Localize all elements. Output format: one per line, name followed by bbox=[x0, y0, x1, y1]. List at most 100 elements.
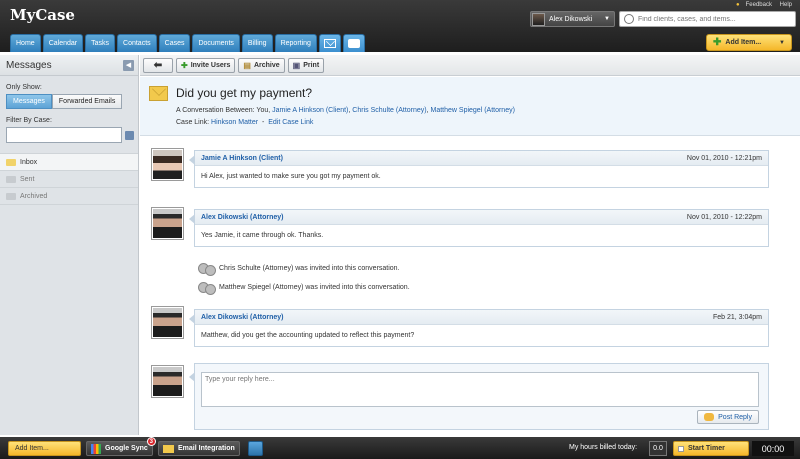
invite-text: Matthew Spiegel (Attorney) was invited i… bbox=[219, 283, 410, 291]
bottom-add-item-button[interactable]: Add Item... bbox=[8, 441, 81, 456]
case-filter-input[interactable] bbox=[6, 127, 122, 143]
folder-label: Archived bbox=[20, 192, 48, 200]
participant-link[interactable]: Jamie A Hinkson (Client) bbox=[272, 107, 348, 114]
edit-case-link[interactable]: Edit Case Link bbox=[268, 119, 313, 126]
global-search[interactable] bbox=[619, 11, 796, 27]
email-integration-button[interactable]: Email Integration bbox=[158, 441, 240, 456]
chat-icon bbox=[704, 413, 715, 421]
conversation-subject: Did you get my payment? bbox=[176, 86, 313, 100]
folder-inbox[interactable]: Inbox bbox=[0, 154, 138, 171]
message-date: Feb 21, 3:04pm bbox=[712, 313, 762, 321]
invite-users-label: Invite Users bbox=[190, 61, 231, 69]
top-header: MyCase ● Feedback Help Alex Dikowski ▼ Ho… bbox=[0, 0, 800, 52]
participants-line: A Conversation Between: You, Jamie A Hin… bbox=[176, 107, 515, 114]
start-timer-button[interactable]: Start Timer bbox=[673, 441, 749, 456]
sidebar: Messages ◀ Only Show: Messages Forwarded… bbox=[0, 55, 139, 435]
tab-messages[interactable] bbox=[318, 34, 341, 52]
message-item: Alex Dikowski (Attorney) Feb 21, 3:04pm … bbox=[189, 309, 769, 347]
tab-billing[interactable]: Billing bbox=[241, 34, 273, 52]
feedback-link[interactable]: Feedback bbox=[746, 2, 772, 8]
sidebar-header: Messages ◀ bbox=[0, 55, 138, 76]
top-links: ● Feedback Help bbox=[730, 2, 792, 8]
case-picker-icon[interactable] bbox=[125, 130, 134, 140]
email-integration-label: Email Integration bbox=[178, 445, 235, 452]
avatar bbox=[151, 148, 184, 181]
tab-contacts[interactable]: Contacts bbox=[117, 34, 157, 52]
tab-documents[interactable]: Documents bbox=[192, 34, 240, 52]
reply-input[interactable] bbox=[201, 372, 759, 407]
post-reply-label: Post Reply bbox=[718, 413, 752, 421]
search-input[interactable] bbox=[638, 15, 788, 23]
google-icon bbox=[91, 443, 101, 454]
case-link[interactable]: Hinkson Matter bbox=[211, 119, 258, 126]
message-item: Jamie A Hinkson (Client) Nov 01, 2010 - … bbox=[189, 150, 769, 188]
plus-icon: ✚ bbox=[713, 37, 722, 48]
envelope-icon bbox=[163, 444, 174, 453]
add-item-label: Add Item... bbox=[725, 39, 762, 46]
toggle-forwarded-emails[interactable]: Forwarded Emails bbox=[51, 94, 123, 109]
tab-chat[interactable] bbox=[342, 34, 365, 52]
main-nav: Home Calendar Tasks Contacts Cases Docum… bbox=[10, 34, 367, 52]
conversation-header: Did you get my payment? A Conversation B… bbox=[140, 77, 800, 136]
notification-badge: 3 bbox=[146, 437, 156, 446]
invite-users-button[interactable]: ✚ Invite Users bbox=[176, 57, 236, 73]
chevron-down-icon: ▼ bbox=[779, 39, 785, 46]
print-label: Print bbox=[303, 61, 320, 69]
print-button[interactable]: ▣ Print bbox=[287, 57, 325, 73]
case-link-label: Case Link: bbox=[176, 119, 210, 126]
reply-box: Post Reply bbox=[189, 363, 769, 430]
message-date: Nov 01, 2010 - 12:21pm bbox=[686, 154, 762, 162]
arrow-left-icon: ⬅ bbox=[153, 59, 163, 71]
plus-icon: ✚ bbox=[181, 60, 188, 70]
message-author[interactable]: Alex Dikowski (Attorney) bbox=[201, 214, 283, 221]
toggle-messages[interactable]: Messages bbox=[6, 94, 52, 109]
message-date: Nov 01, 2010 - 12:22pm bbox=[686, 213, 762, 221]
folder-sent[interactable]: Sent bbox=[0, 171, 138, 188]
user-name: Alex Dikowski bbox=[549, 15, 593, 23]
tab-cases[interactable]: Cases bbox=[158, 34, 191, 52]
hours-billed-value: 0.0 bbox=[649, 441, 667, 456]
message-type-toggle: Messages Forwarded Emails bbox=[6, 94, 138, 109]
post-reply-button[interactable]: Post Reply bbox=[697, 410, 759, 424]
people-icon bbox=[196, 263, 216, 276]
user-menu[interactable]: Alex Dikowski ▼ bbox=[530, 11, 615, 27]
timer-display: 00:00 bbox=[752, 441, 794, 456]
folder-icon bbox=[6, 158, 16, 166]
tab-reporting[interactable]: Reporting bbox=[274, 34, 317, 52]
chevron-down-icon: ▼ bbox=[604, 16, 610, 22]
envelope-icon bbox=[149, 86, 168, 101]
collapse-sidebar-icon[interactable]: ◀ bbox=[123, 59, 134, 71]
envelope-icon bbox=[323, 39, 336, 48]
chat-icon bbox=[347, 39, 360, 48]
back-button[interactable]: ⬅ bbox=[143, 57, 173, 73]
filter-by-case-label: Filter By Case: bbox=[6, 117, 52, 124]
google-sync-button[interactable]: Google Sync 3 bbox=[86, 437, 156, 456]
printer-icon: ▣ bbox=[292, 60, 301, 70]
app-icon-button[interactable] bbox=[248, 441, 263, 456]
folder-archived[interactable]: Archived bbox=[0, 188, 138, 205]
participant-link[interactable]: Chris Schulte (Attorney) bbox=[352, 107, 426, 114]
folder-label: Inbox bbox=[20, 158, 38, 166]
add-item-button[interactable]: ✚ Add Item... ▼ bbox=[706, 34, 792, 51]
message-body: Hi Alex, just wanted to make sure you go… bbox=[201, 173, 381, 180]
archive-icon: ▤ bbox=[243, 60, 251, 70]
lightbulb-icon: ● bbox=[736, 2, 740, 8]
tab-calendar[interactable]: Calendar bbox=[42, 34, 84, 52]
archive-button[interactable]: ▤ Archive bbox=[238, 57, 285, 73]
avatar bbox=[151, 207, 184, 240]
sidebar-title: Messages bbox=[6, 59, 52, 71]
message-toolbar: ⬅ ✚ Invite Users ▤ Archive ▣ Print bbox=[140, 55, 800, 76]
tab-home[interactable]: Home bbox=[10, 34, 41, 52]
only-show-label: Only Show: bbox=[6, 84, 42, 91]
tab-tasks[interactable]: Tasks bbox=[85, 34, 116, 52]
google-sync-label: Google Sync bbox=[105, 445, 148, 452]
participant-link[interactable]: Matthew Spiegel (Attorney) bbox=[431, 107, 515, 114]
message-author[interactable]: Jamie A Hinkson (Client) bbox=[201, 155, 283, 162]
archive-label: Archive bbox=[253, 61, 280, 69]
folder-icon bbox=[6, 192, 16, 200]
avatar bbox=[151, 365, 184, 398]
help-link[interactable]: Help bbox=[780, 2, 792, 8]
message-author[interactable]: Alex Dikowski (Attorney) bbox=[201, 314, 283, 321]
app-logo[interactable]: MyCase bbox=[10, 6, 75, 24]
invite-event: Chris Schulte (Attorney) was invited int… bbox=[196, 263, 400, 276]
